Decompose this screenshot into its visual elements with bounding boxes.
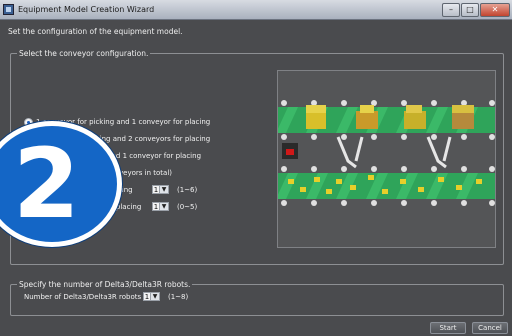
- conveyor-preview-image: [277, 70, 496, 248]
- start-button[interactable]: Start: [430, 322, 466, 334]
- close-button[interactable]: ✕: [480, 3, 510, 17]
- cancel-button[interactable]: Cancel: [472, 322, 508, 334]
- robot-group-label: Specify the number of Delta3/Delta3R rob…: [17, 280, 193, 289]
- robot-count-value[interactable]: 1: [143, 292, 151, 301]
- chevron-down-icon[interactable]: ▼: [160, 185, 169, 194]
- robot-count-spinner[interactable]: 1 ▼: [143, 292, 160, 301]
- conveyor-group-label: Select the conveyor configuration.: [17, 49, 151, 58]
- chevron-down-icon[interactable]: ▼: [160, 202, 169, 211]
- picking-count-spinner[interactable]: 1 ▼: [152, 185, 169, 194]
- robot-arms: [336, 136, 452, 169]
- status-light: [286, 149, 294, 155]
- title-bar[interactable]: Equipment Model Creation Wizard – □ ✕: [0, 0, 512, 20]
- window-title: Equipment Model Creation Wizard: [18, 5, 155, 14]
- app-icon: [3, 4, 14, 15]
- robot-count-label: Number of Delta3/Delta3R robots: [24, 293, 142, 301]
- placing-count-spinner[interactable]: 1 ▼: [152, 202, 169, 211]
- robot-count-range: (1~8): [168, 293, 189, 301]
- minimize-button[interactable]: –: [442, 3, 460, 17]
- step-number: 2: [13, 128, 80, 240]
- chevron-down-icon[interactable]: ▼: [151, 292, 160, 301]
- placing-range: (0~5): [177, 203, 198, 211]
- window-controls: – □ ✕: [441, 3, 510, 17]
- conveyor-preview-illustration: [278, 100, 495, 206]
- placing-count-value[interactable]: 1: [152, 202, 160, 211]
- maximize-button[interactable]: □: [461, 3, 479, 17]
- picking-count-value[interactable]: 1: [152, 185, 160, 194]
- wizard-instruction: Set the configuration of the equipment m…: [8, 27, 183, 36]
- picking-range: (1~6): [177, 186, 198, 194]
- wizard-window: Equipment Model Creation Wizard – □ ✕ Se…: [0, 0, 512, 336]
